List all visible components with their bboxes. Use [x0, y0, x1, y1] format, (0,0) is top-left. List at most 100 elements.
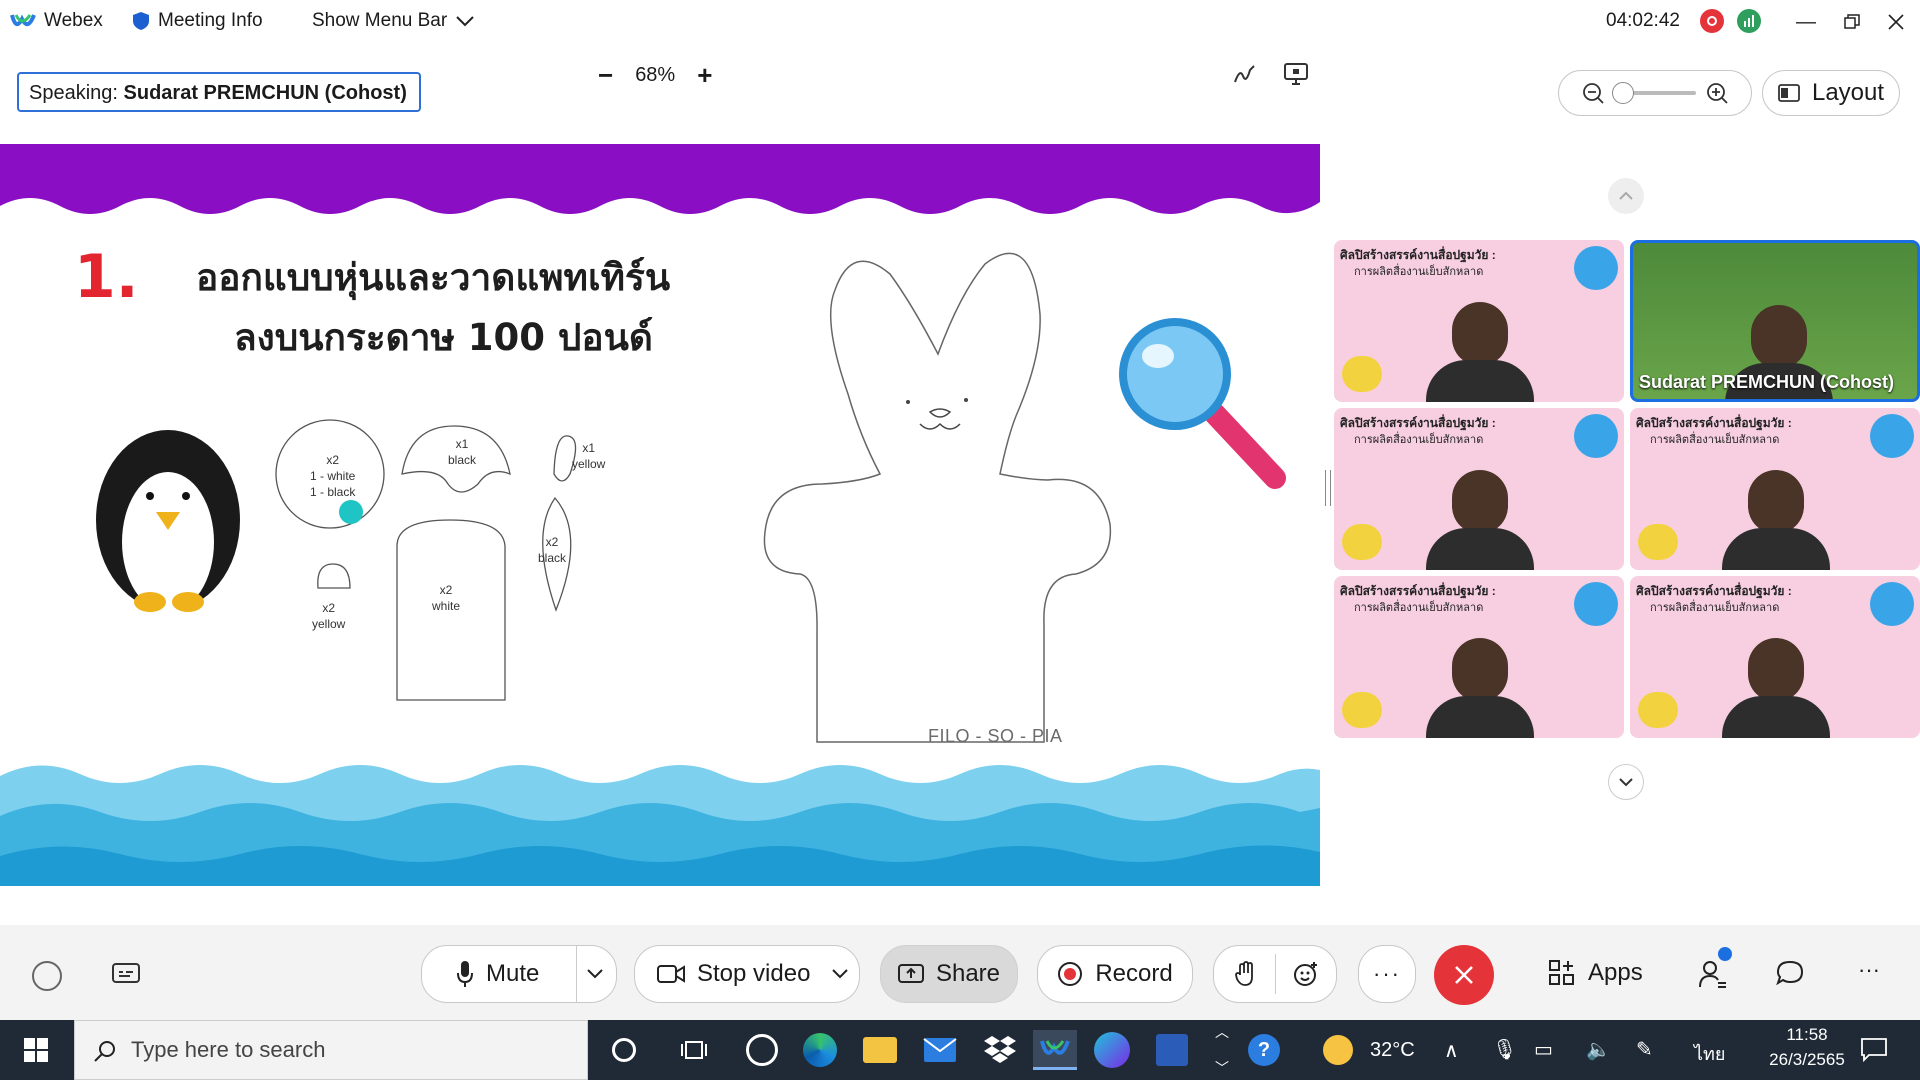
tray-battery[interactable]: ▭ — [1534, 1037, 1553, 1062]
scroll-up-button[interactable] — [1608, 178, 1644, 214]
cortana-button[interactable] — [604, 1030, 644, 1070]
share-label: Share — [935, 960, 1001, 987]
speaking-prefix: Speaking: — [29, 82, 118, 104]
participant-tile[interactable]: Sudarat PREMCHUN (Cohost) — [1630, 240, 1920, 402]
reactions-button[interactable] — [1276, 961, 1336, 987]
participants-button[interactable] — [1698, 947, 1732, 994]
participant-video — [1748, 638, 1804, 702]
start-button[interactable] — [16, 1030, 56, 1070]
pattern-label-line: x1 — [455, 437, 469, 451]
record-button[interactable]: Record — [1037, 945, 1193, 1003]
chevron-down-icon: ﹀ — [1215, 1060, 1229, 1076]
captions-button[interactable] — [112, 963, 140, 990]
taskbar-file-explorer[interactable] — [860, 1030, 900, 1070]
input-language[interactable]: ไทย — [1694, 1039, 1725, 1068]
participant-name: Sudarat PREMCHUN (Cohost) — [1639, 372, 1894, 392]
clock-date[interactable]: 26/3/2565 — [1760, 1050, 1854, 1070]
taskbar-scroll[interactable]: ︿ ﹀ — [1208, 1022, 1236, 1078]
meeting-info-button[interactable]: Meeting Info — [132, 10, 263, 32]
decoration-icon — [1342, 692, 1382, 728]
more-options-button[interactable]: ··· — [1358, 945, 1416, 1003]
participant-tile[interactable]: ศิลปิสร้างสรรค์งานสื่อปฐมวัย : การผลิตสื่… — [1334, 576, 1624, 738]
clock-time[interactable]: 11:58 — [1760, 1025, 1854, 1045]
tray-overflow-button[interactable]: ∧ — [1444, 1038, 1459, 1063]
zoom-out-button[interactable]: − — [598, 60, 613, 91]
meeting-info-label: Meeting Info — [158, 10, 263, 31]
magnifier-illustration — [1119, 318, 1286, 489]
scroll-down-button[interactable] — [1608, 764, 1644, 800]
participant-video — [1452, 302, 1508, 366]
participant-tile[interactable]: ศิลปิสร้างสรรค์งานสื่อปฐมวัย : การผลิตสื่… — [1630, 408, 1920, 570]
restore-button[interactable] — [1832, 6, 1872, 38]
minimize-button[interactable]: — — [1786, 6, 1826, 38]
decoration-icon — [1638, 524, 1678, 560]
end-call-button[interactable] — [1434, 945, 1494, 1005]
bunny-nose — [928, 408, 952, 418]
apps-label: Apps — [1588, 959, 1643, 986]
raise-hand-button[interactable] — [1215, 961, 1275, 987]
tile-subcaption: การผลิตสื่องานเย็บสักหลาด — [1354, 434, 1484, 446]
apps-button[interactable]: Apps — [1548, 959, 1643, 987]
taskbar-canva[interactable] — [1092, 1030, 1132, 1070]
tray-volume[interactable]: 🔈 — [1586, 1037, 1611, 1062]
chat-button[interactable] — [1776, 959, 1804, 992]
taskbar-webex[interactable] — [1033, 1030, 1077, 1070]
weather-widget[interactable] — [1318, 1030, 1358, 1070]
taskbar-mail[interactable] — [920, 1030, 960, 1070]
chevron-down-icon[interactable] — [831, 968, 849, 980]
taskbar-app-1[interactable] — [742, 1030, 782, 1070]
recording-indicator-icon[interactable] — [1700, 9, 1724, 33]
action-center-button[interactable] — [1854, 1030, 1894, 1070]
pattern-label-line: 1 - black — [310, 485, 356, 499]
stop-video-button[interactable]: Stop video — [634, 945, 860, 1003]
dropbox-icon — [984, 1036, 1016, 1063]
pattern-label-line: x2 — [439, 583, 453, 597]
tile-subcaption: การผลิตสื่องานเย็บสักหลาด — [1650, 602, 1780, 614]
taskbar-edge[interactable] — [800, 1030, 840, 1070]
slider-track[interactable] — [1612, 82, 1696, 104]
share-screen-icon — [897, 964, 924, 983]
speaker-icon: 🔈 — [1586, 1039, 1611, 1061]
pen-icon: ✎ — [1636, 1039, 1653, 1061]
taskbar-search-box[interactable]: Type here to search — [74, 1020, 588, 1080]
pattern-label-line: x2 — [326, 453, 340, 467]
app-circle-icon — [746, 1034, 778, 1066]
zoom-in-button[interactable]: + — [697, 60, 712, 91]
decoration-icon — [1574, 414, 1618, 458]
participant-tile[interactable]: ศิลปิสร้างสรรค์งานสื่อปฐมวัย : การผลิตสื่… — [1334, 240, 1624, 402]
annotate-button[interactable] — [1232, 62, 1258, 93]
pattern-label-body: x2 white — [432, 582, 460, 614]
taskbar-help[interactable]: ? — [1244, 1030, 1284, 1070]
video-size-slider[interactable] — [1558, 70, 1752, 116]
network-health-icon[interactable] — [1737, 9, 1761, 33]
chevron-down-icon[interactable] — [586, 968, 604, 980]
decoration-icon — [1638, 692, 1678, 728]
tile-subcaption: การผลิตสื่องานเย็บสักหลาด — [1354, 266, 1484, 278]
cortana-circle-icon — [612, 1038, 636, 1062]
pattern-label-line: x1 — [582, 441, 596, 455]
participant-body — [1426, 360, 1534, 402]
share-button[interactable]: Share — [880, 945, 1018, 1003]
purple-header-band — [0, 144, 1320, 214]
taskbar-dropbox[interactable] — [980, 1030, 1020, 1070]
participant-tile[interactable]: ศิลปิสร้างสรรค์งานสื่อปฐมวัย : การผลิตสื่… — [1630, 576, 1920, 738]
chevron-down-icon — [1619, 778, 1633, 787]
webex-app-menu[interactable]: Webex — [10, 10, 103, 32]
overflow-menu-button[interactable]: ··· — [1858, 957, 1880, 983]
chevron-up-icon — [1619, 191, 1633, 200]
mute-button[interactable]: Mute — [421, 945, 617, 1003]
panel-resize-handle[interactable] — [1325, 470, 1331, 506]
task-view-button[interactable] — [674, 1030, 714, 1070]
tray-mic[interactable]: 🎙 — [1492, 1037, 1517, 1062]
layout-button[interactable]: Layout — [1762, 70, 1900, 116]
ai-assistant-icon[interactable] — [32, 961, 62, 991]
taskbar-word[interactable] — [1152, 1030, 1192, 1070]
tray-pen[interactable]: ✎ — [1636, 1037, 1653, 1062]
participant-tile[interactable]: ศิลปิสร้างสรรค์งานสื่อปฐมวัย : การผลิตสื่… — [1334, 408, 1624, 570]
remote-control-button[interactable] — [1283, 62, 1309, 91]
video-camera-icon — [657, 965, 685, 983]
show-menu-bar-button[interactable]: Show Menu Bar — [312, 10, 475, 32]
close-window-button[interactable] — [1876, 6, 1916, 38]
participant-body — [1722, 528, 1830, 570]
slider-thumb[interactable] — [1612, 82, 1634, 104]
